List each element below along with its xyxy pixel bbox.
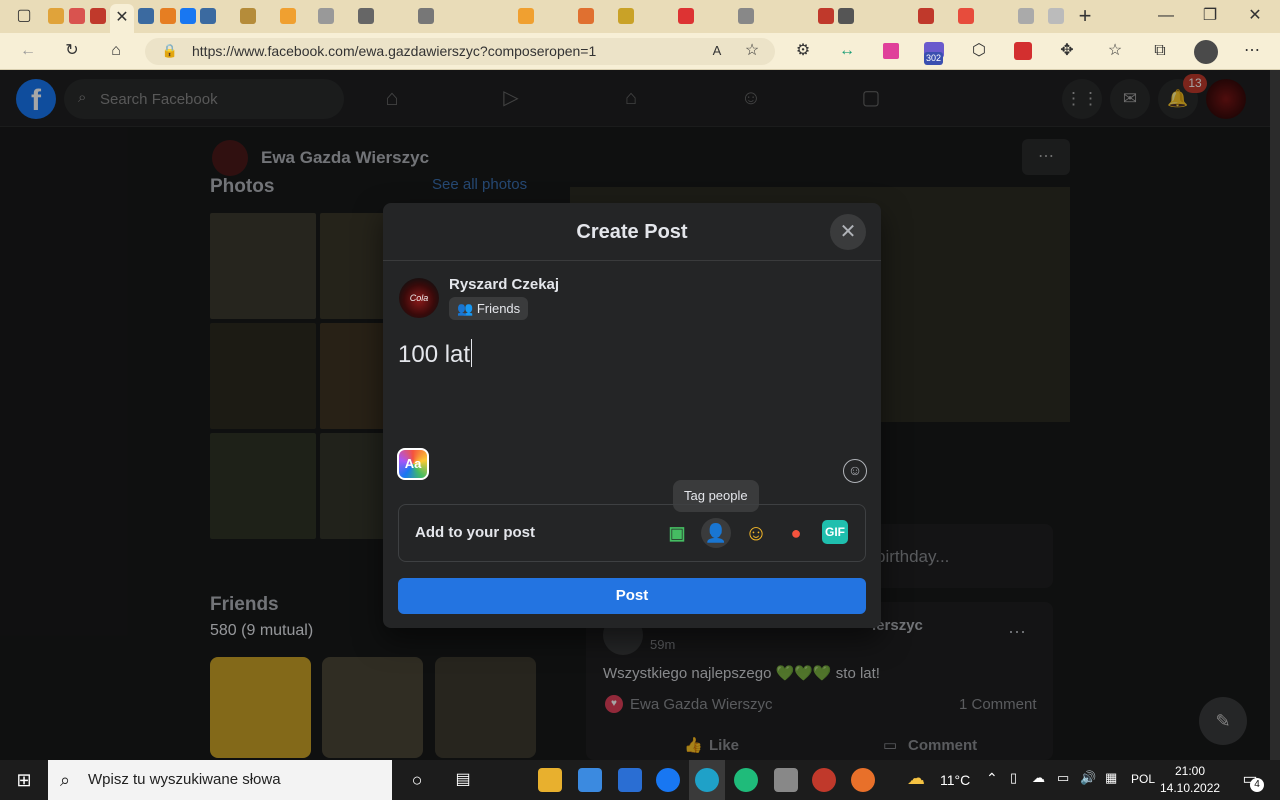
tray-chevron-icon[interactable]: ⌃: [986, 770, 998, 787]
file-explorer-icon[interactable]: [538, 768, 562, 792]
weather-icon[interactable]: ☁: [907, 768, 933, 792]
gif-button[interactable]: GIF: [822, 520, 848, 544]
tab-favicon[interactable]: [918, 8, 934, 24]
tab-actions-icon[interactable]: ▢: [12, 4, 36, 28]
extension-cube-icon[interactable]: ⬡: [967, 39, 991, 63]
calculator-icon[interactable]: [774, 768, 798, 792]
post-text-input[interactable]: 100 lat: [398, 339, 473, 369]
tab-favicon[interactable]: [200, 8, 216, 24]
edge-icon[interactable]: [695, 768, 719, 792]
tab-favicon[interactable]: [1048, 8, 1064, 24]
tab-favicon[interactable]: [358, 8, 374, 24]
lock-icon[interactable]: 🔒: [158, 39, 182, 63]
audience-label: Friends: [476, 301, 521, 316]
tab-favicon[interactable]: [418, 8, 434, 24]
check-in-icon[interactable]: ●: [781, 518, 811, 548]
composer-user-name: Ryszard Czekaj: [449, 276, 560, 293]
back-icon[interactable]: ←: [16, 39, 40, 63]
profile-avatar[interactable]: [1194, 40, 1218, 64]
text-caret: [471, 339, 473, 367]
clock[interactable]: 21:00 14.10.2022: [1160, 763, 1220, 797]
friends-icon: 👥: [457, 301, 474, 316]
tab-favicon[interactable]: [90, 8, 106, 24]
pdf-extension-icon[interactable]: [1014, 42, 1032, 60]
extension-gear-icon[interactable]: ⚙: [791, 39, 815, 63]
extension-arrows-icon[interactable]: ↔: [835, 39, 859, 63]
extension-icon[interactable]: [883, 43, 899, 59]
windows-search-box[interactable]: ⌕ Wpisz tu wyszukiwane słowa: [48, 760, 392, 800]
firefox-icon[interactable]: [851, 768, 875, 792]
audience-selector[interactable]: 👥 Friends: [449, 297, 529, 320]
search-icon: ⌕: [60, 770, 71, 790]
url-text[interactable]: https://www.facebook.com/ewa.gazdawiersz…: [192, 43, 596, 59]
page-scrollbar[interactable]: [1270, 70, 1280, 760]
extensions-puzzle-icon[interactable]: ✥: [1055, 39, 1079, 63]
tray-icon[interactable]: ▯: [1010, 770, 1017, 786]
tag-people-icon[interactable]: 👤: [701, 518, 731, 548]
clock-date: 14.10.2022: [1160, 781, 1221, 795]
feeling-activity-icon[interactable]: ☺: [741, 518, 771, 548]
tab-favicon[interactable]: [48, 8, 64, 24]
post-button[interactable]: Post: [398, 578, 866, 614]
facebook-app-icon[interactable]: [656, 768, 680, 792]
mail-icon[interactable]: [618, 768, 642, 792]
tab-favicon[interactable]: [318, 8, 334, 24]
temperature[interactable]: 11°C: [940, 772, 970, 788]
refresh-icon[interactable]: ↻: [60, 39, 84, 63]
dialog-title: Create Post: [383, 203, 881, 261]
close-tab-icon[interactable]: ✕: [110, 6, 134, 30]
composer-user-avatar[interactable]: Cola: [399, 278, 439, 318]
action-center-badge: 4: [1250, 778, 1264, 792]
photo-video-icon[interactable]: ▣: [662, 518, 692, 548]
tab-favicon[interactable]: [738, 8, 754, 24]
home-icon[interactable]: ⌂: [104, 39, 128, 63]
tab-favicon[interactable]: [958, 8, 974, 24]
tab-favicon[interactable]: [240, 8, 256, 24]
battery-icon[interactable]: ▭: [1057, 770, 1069, 786]
windows-search-placeholder: Wpisz tu wyszukiwane słowa: [88, 771, 281, 788]
clock-time: 21:00: [1174, 764, 1206, 778]
tab-favicon[interactable]: [578, 8, 594, 24]
onedrive-icon[interactable]: ☁: [1032, 770, 1045, 786]
windows-start-icon[interactable]: ⊞: [12, 768, 36, 792]
tab-favicon[interactable]: [518, 8, 534, 24]
tab-favicon[interactable]: [618, 8, 634, 24]
tab-favicon[interactable]: [678, 8, 694, 24]
store-icon[interactable]: [578, 768, 602, 792]
cortana-icon[interactable]: ○: [405, 768, 429, 792]
network-icon[interactable]: ▦: [1105, 770, 1117, 786]
volume-icon[interactable]: 🔊: [1080, 770, 1096, 786]
tab-favicon[interactable]: [180, 8, 196, 24]
emoji-picker-icon[interactable]: ☺: [843, 459, 867, 483]
post-text-value: 100 lat: [398, 341, 471, 368]
tab-favicon[interactable]: [838, 8, 854, 24]
favorite-add-icon[interactable]: ☆: [740, 39, 764, 63]
edge-beta-icon[interactable]: [734, 768, 758, 792]
minimize-icon[interactable]: —: [1154, 4, 1178, 28]
favorites-icon[interactable]: ☆: [1103, 39, 1127, 63]
collections-icon[interactable]: ⧉: [1148, 39, 1172, 63]
add-to-post-label: Add to your post: [415, 524, 535, 541]
background-color-button[interactable]: Aa: [397, 448, 429, 480]
read-aloud-icon[interactable]: A: [705, 39, 729, 63]
add-to-post-panel: Add to your post ▣ 👤 ☺ ● GIF: [398, 504, 866, 562]
new-tab-icon[interactable]: +: [1073, 4, 1097, 28]
tab-favicon[interactable]: [818, 8, 834, 24]
extension-badge: 302: [924, 52, 944, 65]
app-icon[interactable]: [812, 768, 836, 792]
tab-favicon[interactable]: [1018, 8, 1034, 24]
tab-favicon[interactable]: [160, 8, 176, 24]
more-menu-icon[interactable]: ⋯: [1240, 39, 1264, 63]
task-view-icon[interactable]: ▤: [451, 768, 475, 792]
close-dialog-button[interactable]: ✕: [830, 214, 866, 250]
close-window-icon[interactable]: ✕: [1243, 4, 1267, 28]
tab-favicon[interactable]: [69, 8, 85, 24]
language-indicator[interactable]: POL: [1131, 772, 1155, 786]
tab-favicon[interactable]: [280, 8, 296, 24]
create-post-dialog: Create Post ✕ Cola Ryszard Czekaj 👥 Frie…: [383, 203, 881, 628]
maximize-icon[interactable]: ❐: [1198, 4, 1222, 28]
tab-favicon[interactable]: [138, 8, 154, 24]
